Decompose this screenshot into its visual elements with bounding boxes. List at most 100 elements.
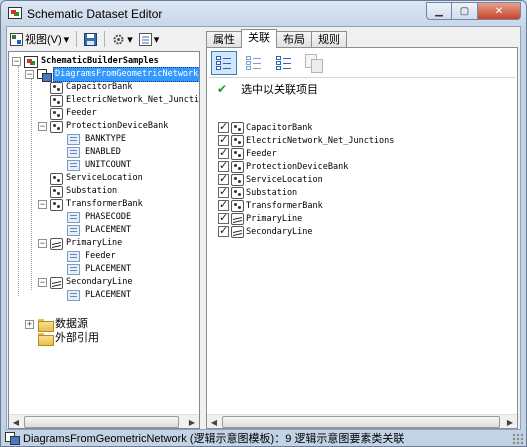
minimize-button[interactable]: ▁ [426,2,452,20]
properties-tabs: 属性 关联 布局 规则 [206,29,347,48]
scroll-right-arrow-icon[interactable]: ▶ [503,415,517,429]
tree-node-field[interactable]: UNITCOUNT [67,159,132,172]
tree-node-field[interactable]: PHASECODE [67,211,132,224]
association-checkbox[interactable] [218,133,229,146]
tree-node-field[interactable]: PLACEMENT [67,224,132,237]
expand-toggle[interactable]: + [25,320,34,329]
tree-node-data-source[interactable]: + 数据源 [25,318,89,332]
association-list-item[interactable]: Substation [218,185,297,199]
tree-node-label: Substation [66,186,118,196]
invert-selection-icon [276,55,292,71]
association-checkbox[interactable] [218,120,229,133]
tree-node-field[interactable]: ENABLED [67,146,122,159]
tree-node-label: PLACEMENT [85,264,132,274]
app-icon [8,7,22,21]
list-options-button[interactable]: ▾ [137,30,162,48]
tree-node-class[interactable]: ServiceLocation [38,172,144,185]
link-class-icon [231,212,244,225]
tree-node-class[interactable]: Feeder [38,107,98,120]
tree-node-field[interactable]: BANKTYPE [67,133,127,146]
field-icon [67,264,80,275]
schematic-app-icon [8,7,22,19]
collapse-toggle[interactable]: − [38,200,47,209]
uncheck-all-button[interactable] [241,51,267,75]
collapse-toggle[interactable]: − [38,278,47,287]
collapse-toggle[interactable]: − [25,70,34,79]
tree-node-field[interactable]: PLACEMENT [67,289,132,302]
dataset-tree[interactable]: − SchematicBuilderSamples − DiagramsFrom… [8,51,200,429]
scroll-left-arrow-icon[interactable]: ◀ [9,415,23,428]
view-menu-button[interactable]: 视图(V) ▾ [8,30,71,48]
association-checkbox[interactable] [218,198,229,211]
tree-node-class[interactable]: ElectricNetwork_Net_Junction [38,94,200,107]
association-checkbox[interactable] [218,172,229,185]
node-class-icon [50,94,63,107]
association-list-item[interactable]: CapacitorBank [218,120,313,134]
association-checkbox[interactable] [218,159,229,172]
node-class-icon [231,160,244,173]
association-list-item[interactable]: SecondaryLine [218,224,313,238]
tree-toolbar: 视图(V) ▾ ▾ ▾ [8,28,201,50]
tree-node-label: ElectricNetwork_Net_Junction [66,95,200,105]
tree-node-label: ENABLED [85,147,121,157]
tree-connector [18,66,19,296]
association-list-item[interactable]: TransformerBank [218,198,323,212]
association-checkbox[interactable] [218,224,229,237]
tree-node-class[interactable]: CapacitorBank [38,81,134,94]
title-bar[interactable]: Schematic Dataset Editor ▁ ▢ ✕ [1,1,526,27]
link-class-icon [50,276,63,289]
association-label: Feeder [246,148,277,159]
tree-node-label: Feeder [85,251,116,261]
tree-node-template[interactable]: − DiagramsFromGeometricNetwork [25,67,199,82]
tree-node-class[interactable]: Substation [38,185,118,198]
association-label: SecondaryLine [246,226,313,237]
association-label: TransformerBank [246,200,323,211]
collapse-toggle[interactable]: − [12,57,21,66]
association-list-item[interactable]: ServiceLocation [218,172,323,186]
tab-2[interactable]: 布局 [276,31,312,48]
association-list-item[interactable]: ElectricNetwork_Net_Junctions [218,133,394,147]
association-list-item[interactable]: PrimaryLine [218,211,302,225]
tree-horizontal-scrollbar[interactable]: ◀ ▶ [9,414,199,428]
save-button[interactable] [82,30,99,48]
collapse-toggle[interactable]: − [38,122,47,131]
maximize-button[interactable]: ▢ [452,2,478,20]
tree-node-label: PLACEMENT [85,290,132,300]
association-label: CapacitorBank [246,122,313,133]
tree-node-class[interactable]: − TransformerBank [38,198,144,211]
collapse-toggle[interactable]: − [38,239,47,248]
check-all-button[interactable] [211,51,237,75]
scroll-right-arrow-icon[interactable]: ▶ [185,415,199,428]
tab-3[interactable]: 规则 [311,31,347,48]
tree-connector [31,78,32,290]
status-text: DiagramsFromGeometricNetwork (逻辑示意图模板)：9… [23,433,405,445]
associations-tab-page: ✔ 选中以关联项目 CapacitorBank ElectricNetwork_N… [206,47,518,429]
tab-0[interactable]: 属性 [206,31,242,48]
tab-1[interactable]: 关联 [241,29,277,48]
tree-node-field[interactable]: Feeder [67,250,117,263]
scroll-left-arrow-icon[interactable]: ◀ [207,415,221,429]
association-checkbox[interactable] [218,146,229,159]
scrollbar-thumb[interactable] [24,416,179,428]
resize-grip-icon[interactable] [512,433,524,445]
close-button[interactable]: ✕ [478,2,521,20]
tree-node-external-refs[interactable]: 外部引用 [25,332,100,346]
field-icon [67,134,80,145]
association-checkbox[interactable] [218,185,229,198]
tree-node-label-selected: DiagramsFromGeometricNetwork [53,67,199,82]
association-list-item[interactable]: ProtectionDeviceBank [218,159,348,173]
tree-node-class[interactable]: − SecondaryLine [38,276,134,289]
settings-dropdown-button[interactable]: ▾ [110,30,135,48]
scrollbar-thumb[interactable] [222,416,500,428]
tree-node-field[interactable]: PLACEMENT [67,263,132,276]
toolbar-divider [209,77,515,78]
invert-selection-button[interactable] [271,51,297,75]
green-check-icon: ✔ [217,82,228,96]
field-icon [67,147,80,158]
tree-node-label: UNITCOUNT [85,160,132,170]
copy-associations-button[interactable] [301,51,327,75]
list-horizontal-scrollbar[interactable]: ◀ ▶ [207,414,517,428]
tree-node-class[interactable]: − PrimaryLine [38,237,123,250]
tree-node-class[interactable]: − ProtectionDeviceBank [38,120,169,133]
association-checkbox[interactable] [218,211,229,224]
